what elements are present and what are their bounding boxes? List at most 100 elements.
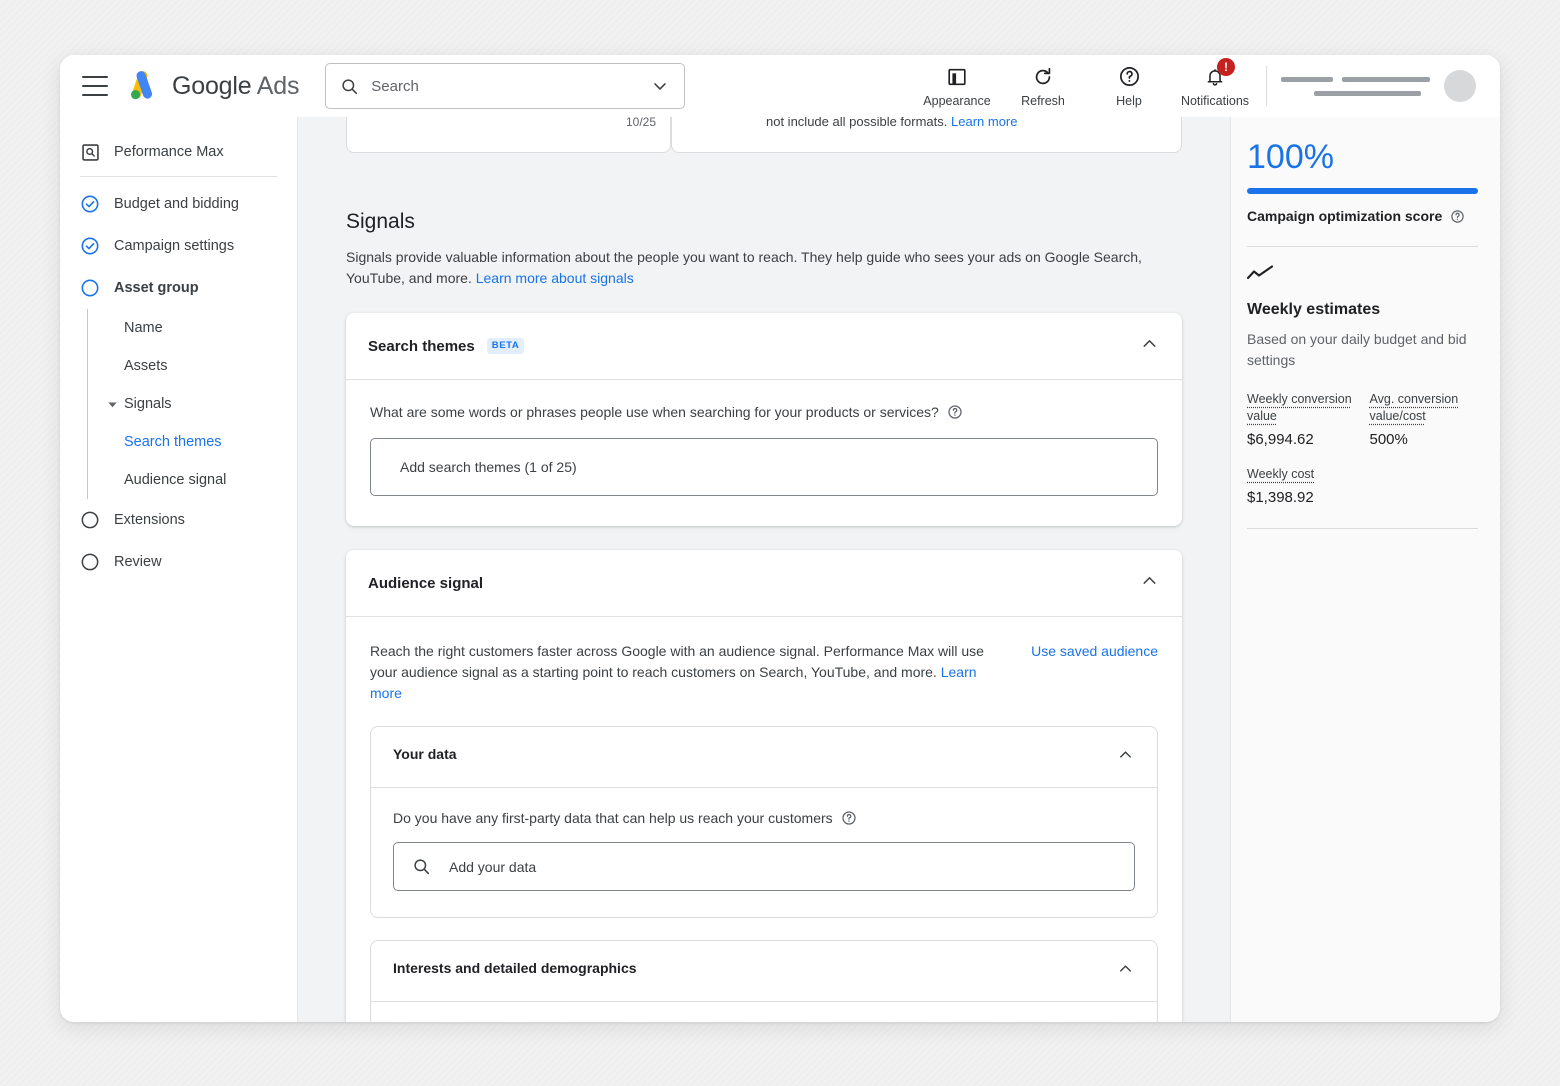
- appearance-button[interactable]: Appearance: [914, 61, 1000, 112]
- interests-header[interactable]: Interests and detailed demographics: [371, 941, 1157, 1001]
- search-icon: [414, 859, 430, 875]
- sidebar-item-label: Asset group: [114, 280, 199, 296]
- clipped-text-box: not include all possible formats. Learn …: [671, 117, 1182, 153]
- brand-logo[interactable]: Google Ads: [126, 71, 299, 101]
- empty-circle-icon: [80, 278, 100, 298]
- weekly-cost-item: Weekly cost $1,398.92: [1247, 466, 1478, 506]
- right-panel: 100% Campaign optimization score Weekly …: [1230, 117, 1500, 1022]
- search-themes-input-placeholder: Add search themes (1 of 25): [400, 459, 577, 475]
- account-switcher[interactable]: [1281, 70, 1482, 102]
- page-title: Signals: [346, 210, 415, 233]
- weekly-estimates-subtitle: Based on your daily budget and bid setti…: [1247, 331, 1467, 369]
- toolbar-divider: [1266, 66, 1267, 106]
- help-button[interactable]: Help: [1086, 61, 1172, 112]
- main-content: 10/25 not include all possible formats. …: [298, 117, 1230, 1022]
- help-circle-icon[interactable]: [1450, 209, 1465, 224]
- sidebar-item-budget-and-bidding[interactable]: Budget and bidding: [60, 183, 297, 225]
- sidebar-divider: [80, 176, 277, 177]
- section-description-text: Signals provide valuable information abo…: [346, 249, 1142, 286]
- sidebar-header-label: Peformance Max: [114, 144, 224, 160]
- trending-up-icon: [1246, 265, 1478, 287]
- your-data-input[interactable]: Add your data: [393, 842, 1135, 891]
- top-bar: Google Ads Search Appearance Refresh Hel…: [60, 55, 1500, 117]
- optimization-score-value: 100%: [1247, 138, 1334, 176]
- estimate-label[interactable]: Avg. conversion value/cost: [1370, 391, 1479, 425]
- clipped-learn-more-link[interactable]: Learn more: [951, 117, 1017, 129]
- google-ads-logo-icon: [131, 71, 153, 100]
- sidebar-item-label: Review: [114, 554, 162, 570]
- audience-signal-title: Audience signal: [368, 574, 484, 592]
- chevron-up-icon[interactable]: [1116, 745, 1135, 769]
- refresh-icon: [1032, 65, 1054, 89]
- sidebar-subitem-label: Assets: [124, 358, 168, 374]
- account-bar: [1314, 90, 1421, 96]
- weekly-cost-label[interactable]: Weekly cost: [1247, 466, 1478, 483]
- caret-down-icon[interactable]: [106, 399, 118, 410]
- notifications-button[interactable]: ! Notifications: [1172, 57, 1258, 112]
- sidebar-item-assets[interactable]: Assets: [88, 347, 297, 385]
- your-data-body: Do you have any first-party data that ca…: [371, 787, 1157, 917]
- sidebar-item-asset-group[interactable]: Asset group: [60, 267, 297, 309]
- use-saved-audience-link[interactable]: Use saved audience: [1031, 641, 1158, 659]
- app-body: Peformance Max Budget and bidding Campai…: [60, 117, 1500, 1022]
- optimization-score-label-row: Campaign optimization score: [1247, 208, 1478, 224]
- chevron-up-icon[interactable]: [1116, 959, 1135, 983]
- hamburger-icon[interactable]: [82, 76, 108, 96]
- sidebar-item-extensions[interactable]: Extensions: [60, 499, 297, 541]
- audience-signal-card-header[interactable]: Audience signal: [346, 550, 1182, 616]
- search-themes-title: Search themes: [368, 337, 475, 355]
- notification-badge: !: [1217, 57, 1235, 76]
- your-data-header[interactable]: Your data: [371, 727, 1157, 787]
- sidebar-item-performance-max[interactable]: Peformance Max: [60, 131, 297, 176]
- search-themes-question-row: What are some words or phrases people us…: [370, 404, 1158, 420]
- sidebar-item-label: Extensions: [114, 512, 185, 528]
- weekly-estimates-title: Weekly estimates: [1247, 301, 1381, 319]
- sidebar-subitem-label: Signals: [124, 396, 172, 412]
- help-circle-icon[interactable]: [947, 404, 963, 420]
- clipped-note-text: not include all possible formats.: [766, 117, 948, 129]
- sidebar-item-signals[interactable]: Signals: [88, 385, 297, 423]
- appearance-icon: [946, 65, 968, 89]
- bell-icon: !: [1204, 57, 1235, 89]
- account-bar: [1281, 76, 1333, 82]
- account-placeholder-lines: [1281, 76, 1430, 96]
- avatar[interactable]: [1444, 70, 1476, 102]
- help-circle-icon: [1118, 65, 1141, 89]
- refresh-button[interactable]: Refresh: [1000, 61, 1086, 112]
- help-label: Help: [1116, 93, 1142, 108]
- search-themes-input[interactable]: Add search themes (1 of 25): [370, 438, 1158, 496]
- sidebar-item-campaign-settings[interactable]: Campaign settings: [60, 225, 297, 267]
- help-circle-icon[interactable]: [841, 810, 857, 826]
- audience-signal-card-body: Reach the right customers faster across …: [346, 616, 1182, 1022]
- sidebar-item-search-themes[interactable]: Search themes: [88, 423, 297, 461]
- your-data-card: Your data Do you have any first-party da…: [370, 726, 1158, 918]
- sidebar-subitem-label: Audience signal: [124, 472, 227, 488]
- estimate-value: $6,994.62: [1247, 431, 1314, 449]
- brand-text: Google Ads: [172, 72, 299, 101]
- section-description: Signals provide valuable information abo…: [346, 247, 1176, 289]
- empty-circle-icon: [80, 510, 100, 530]
- sidebar-item-review[interactable]: Review: [60, 541, 297, 583]
- search-input[interactable]: Search: [325, 63, 686, 109]
- estimate-item: Weekly conversion value $6,994.62: [1247, 391, 1356, 448]
- main-inner: 10/25 not include all possible formats. …: [298, 117, 1230, 1022]
- brand-google: Google: [172, 71, 252, 100]
- app-window: Google Ads Search Appearance Refresh Hel…: [60, 55, 1500, 1022]
- sidebar-subitem-label: Search themes: [124, 434, 222, 450]
- chevron-up-icon[interactable]: [1139, 333, 1160, 359]
- chevron-down-icon[interactable]: [650, 76, 670, 96]
- sidebar-item-label: Budget and bidding: [114, 196, 239, 212]
- search-themes-card: Search themes BETA What are some words o…: [346, 313, 1182, 526]
- learn-more-about-signals-link[interactable]: Learn more about signals: [476, 270, 634, 286]
- sidebar-item-name[interactable]: Name: [88, 309, 297, 347]
- estimate-label[interactable]: Weekly conversion value: [1247, 391, 1356, 425]
- your-data-question-row: Do you have any first-party data that ca…: [393, 810, 1135, 826]
- sidebar-item-audience-signal[interactable]: Audience signal: [88, 461, 297, 499]
- optimization-score-label: Campaign optimization score: [1247, 208, 1443, 225]
- sidebar-subnav: Name Assets Signals Search themes Audien…: [87, 309, 297, 499]
- sidebar: Peformance Max Budget and bidding Campai…: [60, 117, 298, 1022]
- chevron-up-icon[interactable]: [1139, 570, 1160, 596]
- your-data-question: Do you have any first-party data that ca…: [393, 810, 833, 826]
- search-themes-card-header[interactable]: Search themes BETA: [346, 313, 1182, 379]
- search-square-icon: [80, 142, 100, 162]
